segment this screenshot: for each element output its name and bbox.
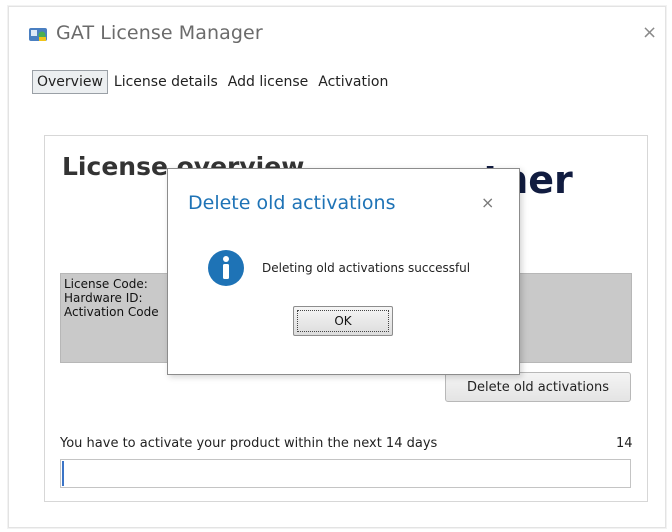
activation-code-label: Activation Code [64,305,159,319]
license-code-label: License Code: [64,277,148,291]
tab-overview[interactable]: Overview [32,70,108,94]
license-manager-app-icon [29,28,47,41]
activation-progress-bar [60,459,631,488]
days-remaining: 14 [616,436,633,451]
tab-activation[interactable]: Activation [314,71,392,93]
activation-notice: You have to activate your product within… [60,436,438,451]
ok-focus-ring [297,310,389,332]
tab-license-details[interactable]: License details [110,71,222,93]
window-title: GAT License Manager [56,22,263,44]
dialog-message: Deleting old activations successful [262,261,471,275]
delete-old-activations-button[interactable]: Delete old activations [445,372,631,402]
progress-fill [62,461,64,486]
hardware-id-label: Hardware ID: [64,291,143,305]
tab-add-license[interactable]: Add license [224,71,312,93]
dialog-title: Delete old activations [188,192,396,214]
ok-button[interactable]: OK [293,306,393,336]
info-icon [208,250,244,286]
tab-bar: Overview License details Add license Act… [32,69,394,95]
window-close-icon[interactable]: × [642,22,657,43]
dialog-close-icon[interactable]: × [481,193,494,212]
